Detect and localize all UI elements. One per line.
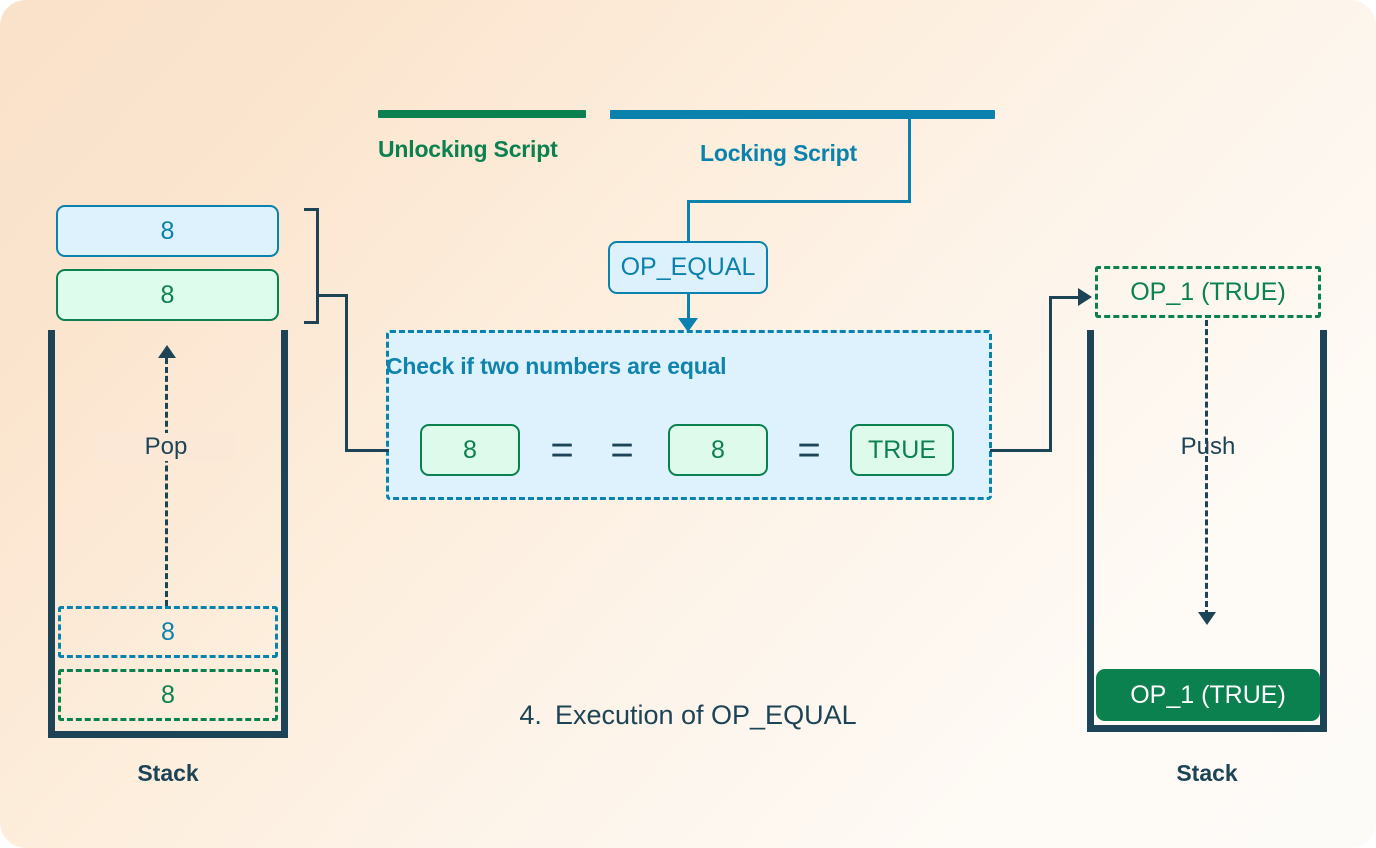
pop-bracket-spine (316, 208, 319, 324)
left-stack-floor (48, 731, 288, 738)
locking-script-label: Locking Script (700, 140, 857, 166)
equals-glyph-first: = (550, 428, 574, 472)
right-stack-wall-left (1087, 330, 1094, 732)
left-stack-ghost-green: 8 (58, 669, 278, 721)
left-stack-wall-left (48, 330, 55, 738)
right-stack-wall-right (1320, 330, 1327, 732)
evaluation-title: Check if two numbers are equal (386, 353, 727, 379)
right-stack-ghost-item: OP_1 (TRUE) (1095, 266, 1321, 318)
locking-script-bar (610, 110, 995, 119)
result-connector-rise (1049, 296, 1052, 451)
step-number: 4. (519, 700, 542, 730)
result-chip: TRUE (850, 424, 954, 476)
equals-glyph-result: = (797, 428, 821, 472)
arrow-right-icon (1078, 288, 1092, 306)
locking-connector-drop (687, 200, 690, 244)
left-stack-ghost-blue: 8 (58, 606, 278, 658)
pop-arrow-shaft (165, 358, 168, 606)
diagram-canvas: Unlocking Script Locking Script OP_EQUAL… (0, 0, 1376, 848)
right-stack-pushed-item: OP_1 (TRUE) (1096, 669, 1320, 721)
left-stack-caption: Stack (137, 760, 199, 786)
unlocking-script-bar (378, 110, 586, 118)
operand-left-chip: 8 (420, 424, 520, 476)
result-connector-exit (990, 449, 1052, 452)
step-caption: 4. Execution of OP_EQUAL (388, 700, 988, 731)
arrow-up-icon (158, 345, 176, 358)
popped-item-blue: 8 (56, 205, 279, 257)
locking-connector-horizontal (687, 200, 911, 203)
push-action-label: Push (1180, 433, 1236, 460)
equals-glyph-second: = (610, 428, 634, 472)
unlocking-script-label: Unlocking Script (378, 136, 558, 162)
popped-item-green: 8 (56, 269, 279, 321)
locking-connector-vertical (908, 118, 911, 202)
op-equal-arrow-shaft (686, 294, 690, 321)
right-stack-floor (1087, 725, 1327, 732)
pop-action-label: Pop (96, 433, 236, 461)
left-stack-wall-right (281, 330, 288, 738)
pop-bracket-stem (318, 294, 348, 297)
push-arrow-shaft (1205, 320, 1208, 616)
step-title: Execution of OP_EQUAL (554, 700, 857, 730)
right-stack-caption: Stack (1176, 760, 1238, 786)
pop-bracket-entry (345, 449, 389, 452)
op-equal-chip[interactable]: OP_EQUAL (608, 241, 768, 294)
pop-bracket-bottom (304, 321, 319, 324)
operand-right-chip: 8 (668, 424, 768, 476)
pop-bracket-drop (345, 294, 348, 452)
arrow-down-push-icon (1198, 612, 1216, 625)
